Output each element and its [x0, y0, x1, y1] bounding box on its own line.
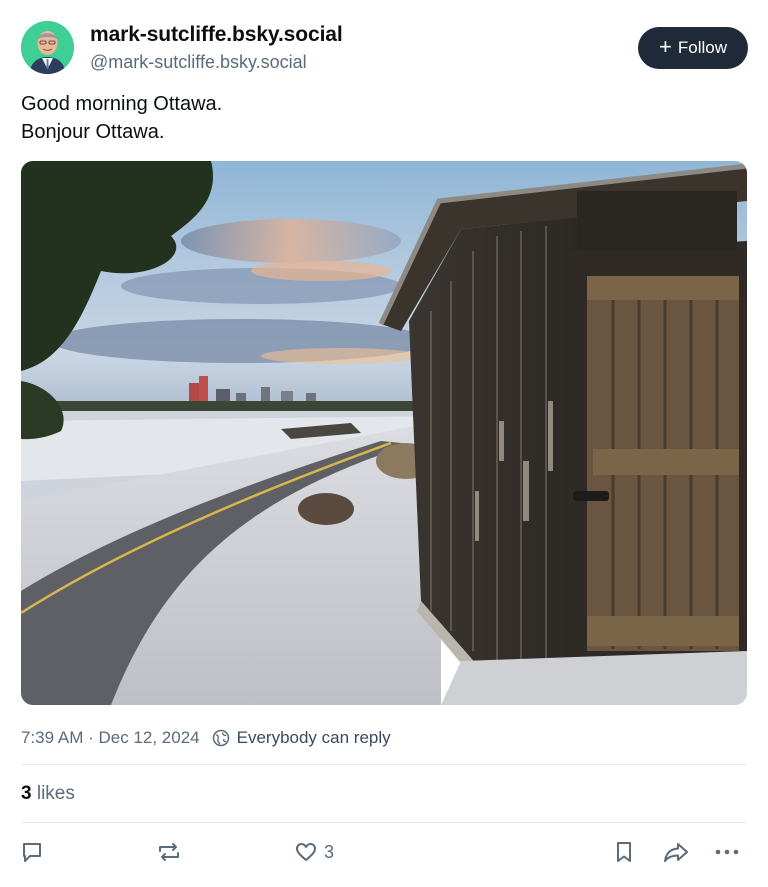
divider [21, 822, 747, 823]
likes-label: likes [36, 783, 75, 804]
more-icon [715, 849, 739, 855]
reply-setting[interactable]: Everybody can reply [237, 728, 391, 748]
avatar[interactable] [21, 21, 74, 74]
globe-icon [212, 729, 230, 747]
reply-button[interactable] [20, 840, 44, 864]
likes-summary[interactable]: 3 likes [21, 781, 75, 807]
like-button[interactable]: 3 [294, 840, 334, 864]
likes-count: 3 [21, 783, 32, 804]
author-display-name[interactable]: mark-sutcliffe.bsky.social [90, 22, 343, 48]
post-header: mark-sutcliffe.bsky.social @mark-sutclif… [21, 21, 749, 75]
post-meta: 7:39 AM · Dec 12, 2024 Everybody can rep… [21, 726, 391, 750]
share-icon [664, 843, 688, 862]
author-names: mark-sutcliffe.bsky.social @mark-sutclif… [90, 22, 343, 75]
photo-ottawa-shed-icon [21, 161, 747, 705]
plus-icon: + [659, 34, 672, 59]
repost-button[interactable] [156, 840, 182, 864]
follow-label: Follow [677, 38, 727, 57]
heart-icon [296, 843, 316, 861]
comment-icon [23, 843, 41, 862]
post-line: Bonjour Ottawa. [21, 121, 165, 143]
repost-icon [159, 843, 179, 861]
post-image[interactable] [21, 161, 747, 705]
post-line: Good morning Ottawa. [21, 93, 223, 115]
divider [21, 764, 747, 765]
like-count: 3 [324, 841, 335, 862]
post-actions: 3 [0, 836, 768, 872]
share-button[interactable] [662, 840, 690, 864]
follow-button[interactable]: + Follow [638, 27, 748, 69]
post-text: Good morning Ottawa. Bonjour Ottawa. [21, 90, 222, 146]
bookmark-icon [617, 842, 631, 862]
person-avatar-icon [21, 21, 74, 74]
post-timestamp[interactable]: 7:39 AM · Dec 12, 2024 [21, 728, 200, 748]
more-button[interactable] [713, 840, 741, 864]
author-handle[interactable]: @mark-sutcliffe.bsky.social [90, 49, 343, 75]
bookmark-button[interactable] [613, 840, 635, 864]
